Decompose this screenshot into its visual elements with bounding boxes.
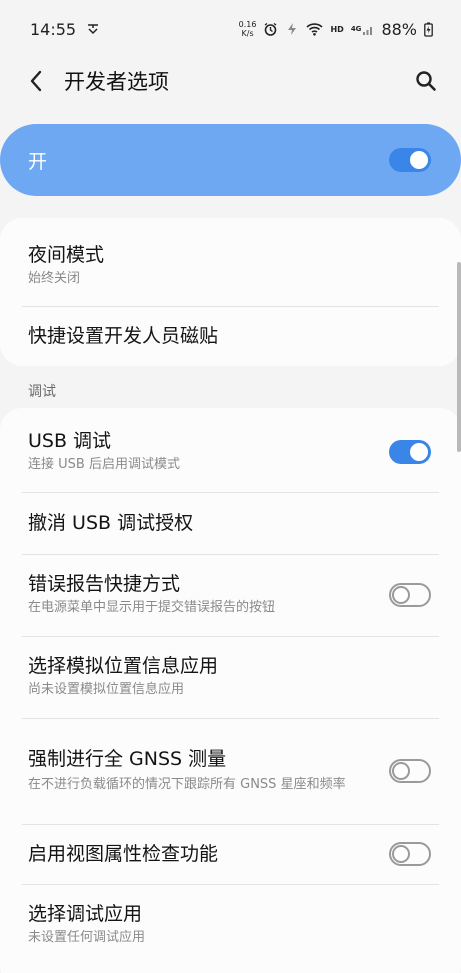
select-debug-app-item[interactable]: 选择调试应用 未设置任何调试应用 [0, 884, 461, 966]
input-method-icon [86, 22, 100, 36]
revoke-usb-auth-title: 撤消 USB 调试授权 [28, 512, 194, 534]
section-header-debug: 调试 [28, 384, 56, 400]
toggle-knob [408, 149, 430, 171]
search-button[interactable] [411, 66, 441, 96]
usb-debugging-title: USB 调试 [28, 430, 112, 452]
developer-options-master-switch[interactable]: 开 [0, 124, 461, 196]
night-mode-title: 夜间模式 [28, 244, 105, 266]
view-attribute-inspection-item[interactable]: 启用视图属性检查功能 [0, 824, 461, 884]
net-speed-value: 0.16 [238, 20, 257, 29]
usb-debugging-toggle[interactable] [389, 440, 431, 464]
hd-label: HD [330, 24, 344, 34]
master-switch-label: 开 [28, 150, 48, 173]
night-mode-subtitle: 始终关闭 [28, 271, 81, 286]
search-icon [416, 71, 436, 91]
top-settings-card: 夜间模式 始终关闭 快捷设置开发人员磁贴 [0, 218, 461, 366]
bug-report-shortcut-subtitle: 在电源菜单中显示用于提交错误报告的按钮 [28, 600, 276, 615]
night-mode-item[interactable]: 夜间模式 始终关闭 [0, 226, 461, 306]
master-toggle[interactable] [389, 148, 431, 172]
app-bar: 开发者选项 [0, 58, 461, 104]
bug-report-shortcut-toggle[interactable] [389, 583, 431, 607]
force-gnss-measurements-subtitle: 在不进行负载循环的情况下跟踪所有 GNSS 星座和频率 [28, 776, 346, 792]
back-button[interactable] [24, 66, 48, 96]
toggle-knob [392, 762, 410, 780]
bug-report-shortcut-title: 错误报告快捷方式 [28, 573, 181, 595]
net-speed-unit: K/s [241, 29, 254, 38]
quick-settings-tiles-item[interactable]: 快捷设置开发人员磁贴 [0, 306, 461, 366]
battery-percent: 88% [381, 19, 417, 39]
usb-debugging-item[interactable]: USB 调试 连接 USB 后启用调试模式 [0, 412, 461, 492]
debug-settings-card: USB 调试 连接 USB 后启用调试模式 撤消 USB 调试授权 错误报告快捷… [0, 408, 461, 973]
mock-location-app-subtitle: 尚未设置模拟位置信息应用 [28, 682, 185, 697]
view-attribute-inspection-title: 启用视图属性检查功能 [28, 843, 219, 865]
select-debug-app-subtitle: 未设置任何调试应用 [28, 930, 146, 945]
select-debug-app-title: 选择调试应用 [28, 903, 143, 925]
status-time: 14:55 [30, 19, 77, 39]
toggle-knob [392, 586, 410, 604]
force-gnss-measurements-toggle[interactable] [389, 759, 431, 783]
mock-location-app-item[interactable]: 选择模拟位置信息应用 尚未设置模拟位置信息应用 [0, 636, 461, 718]
network-speed: 0.16 K/s [239, 20, 257, 38]
alarm-icon [263, 22, 278, 37]
usb-debugging-subtitle: 连接 USB 后启用调试模式 [28, 457, 180, 472]
view-attribute-inspection-toggle[interactable] [389, 842, 431, 866]
wifi-icon [306, 22, 324, 36]
toggle-knob [408, 441, 430, 463]
mock-location-app-title: 选择模拟位置信息应用 [28, 655, 219, 677]
revoke-usb-auth-item[interactable]: 撤消 USB 调试授权 [0, 492, 461, 554]
status-bar: 14:55 0.16 K/s HD 4G 88% [0, 0, 461, 58]
force-gnss-measurements-title: 强制进行全 GNSS 测量 [28, 747, 227, 770]
battery-charging-icon [424, 22, 433, 37]
toggle-knob [392, 845, 410, 863]
lte-label: 4G [350, 25, 362, 33]
page-title: 开发者选项 [64, 70, 169, 94]
cellular-signal-icon: 4G [351, 23, 375, 36]
data-saver-icon [285, 22, 299, 36]
back-arrow-icon [30, 70, 42, 92]
bug-report-shortcut-item[interactable]: 错误报告快捷方式 在电源菜单中显示用于提交错误报告的按钮 [0, 554, 461, 636]
quick-settings-tiles-title: 快捷设置开发人员磁贴 [28, 325, 219, 347]
scrollbar[interactable] [457, 262, 461, 452]
force-gnss-measurements-item[interactable]: 强制进行全 GNSS 测量 在不进行负载循环的情况下跟踪所有 GNSS 星座和频… [0, 718, 461, 824]
